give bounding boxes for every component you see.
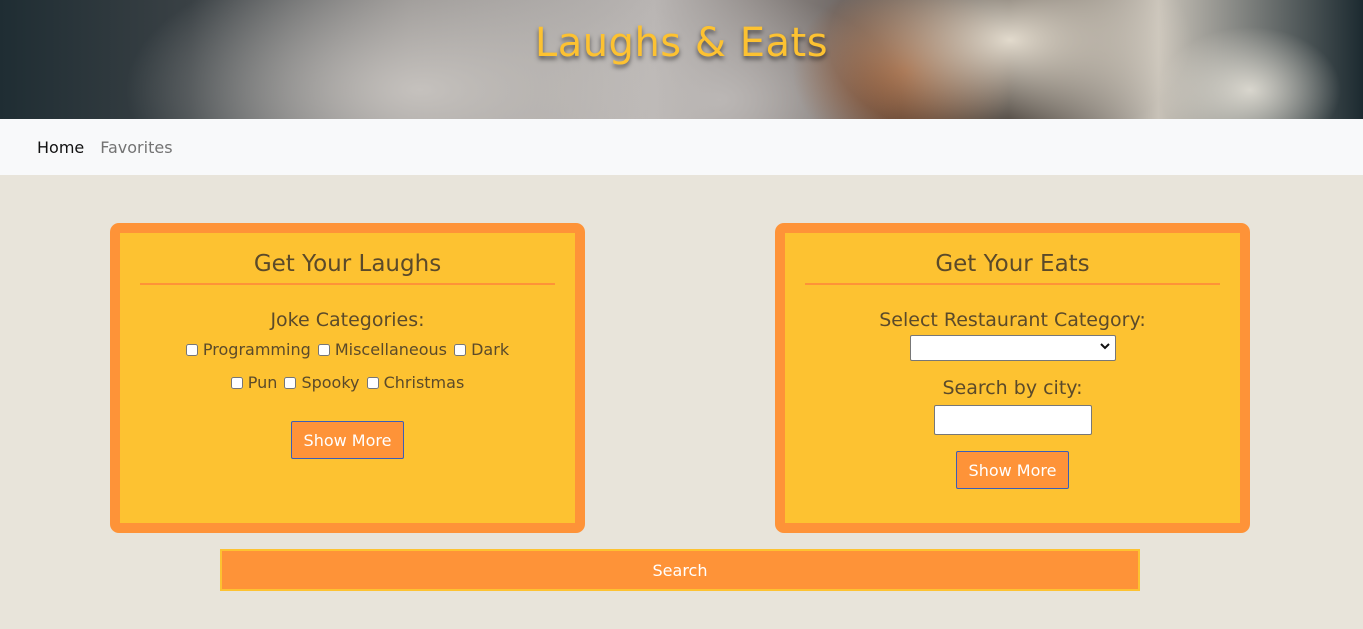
category-christmas-checkbox[interactable]	[366, 377, 379, 389]
category-christmas-label: Christmas	[383, 373, 465, 392]
chevron-down-icon	[1099, 340, 1111, 355]
laughs-show-more-button[interactable]: Show More	[290, 421, 405, 459]
restaurant-category-label: Select Restaurant Category:	[879, 309, 1146, 331]
category-pun-checkbox[interactable]	[230, 377, 243, 389]
category-dark-label: Dark	[471, 340, 510, 359]
category-programming[interactable]: Programming	[185, 337, 311, 363]
category-pun[interactable]: Pun	[230, 370, 278, 396]
hero-banner: Laughs & Eats	[0, 0, 1363, 119]
category-dark[interactable]: Dark	[454, 337, 509, 363]
nav-favorites-link[interactable]: Favorites	[100, 138, 172, 157]
laughs-card-title: Get Your Laughs	[140, 251, 555, 285]
category-spooky-checkbox[interactable]	[284, 377, 297, 389]
eats-show-more-button[interactable]: Show More	[955, 451, 1070, 489]
search-button[interactable]: Search	[220, 549, 1140, 591]
joke-categories-row-1: Programming Miscellaneous Dark	[120, 337, 575, 364]
joke-categories-label: Joke Categories:	[270, 309, 425, 331]
restaurant-category-select[interactable]	[909, 335, 1116, 361]
city-search-input[interactable]	[933, 405, 1092, 435]
category-christmas[interactable]: Christmas	[366, 370, 465, 396]
category-programming-label: Programming	[202, 340, 311, 359]
site-title: Laughs & Eats	[534, 20, 829, 66]
eats-card: Get Your Eats Select Restaurant Category…	[775, 223, 1250, 533]
city-search-label: Search by city:	[942, 377, 1083, 399]
category-miscellaneous-label: Miscellaneous	[334, 340, 448, 359]
category-pun-label: Pun	[247, 373, 278, 392]
category-miscellaneous[interactable]: Miscellaneous	[317, 337, 448, 363]
category-dark-checkbox[interactable]	[454, 344, 467, 356]
navbar: Home Favorites	[0, 119, 1363, 175]
eats-card-title: Get Your Eats	[805, 251, 1220, 285]
category-programming-checkbox[interactable]	[185, 344, 198, 356]
joke-categories-row-2: Pun Spooky Christmas	[120, 370, 575, 397]
category-spooky[interactable]: Spooky	[284, 370, 360, 396]
nav-home-link[interactable]: Home	[37, 138, 84, 157]
laughs-card: Get Your Laughs Joke Categories: Program…	[110, 223, 585, 533]
category-spooky-label: Spooky	[301, 373, 360, 392]
category-miscellaneous-checkbox[interactable]	[317, 344, 330, 356]
